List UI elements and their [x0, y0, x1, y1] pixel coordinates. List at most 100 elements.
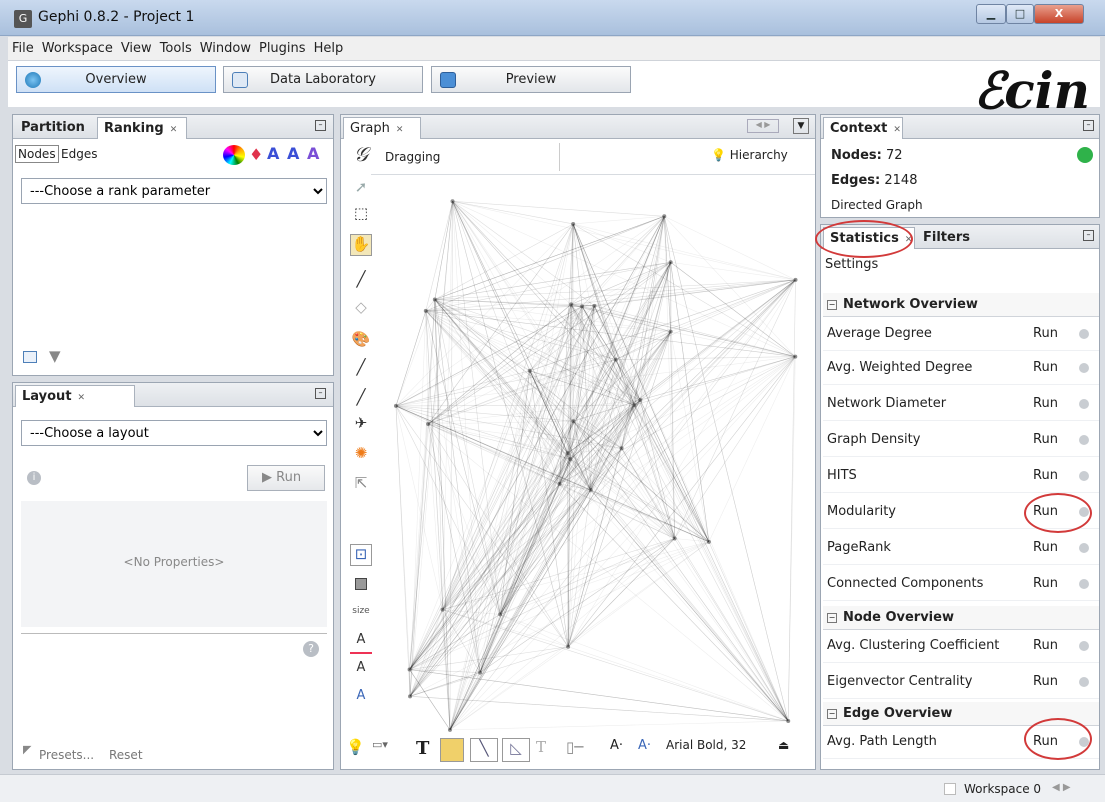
close-tab-icon[interactable]: ✕ [396, 125, 404, 135]
presets-link[interactable]: Presets... [39, 748, 94, 762]
overview-mode-button[interactable]: Overview [16, 66, 216, 93]
graph-node[interactable] [478, 670, 483, 675]
graph-node[interactable] [588, 487, 593, 492]
network-overview-section[interactable]: − Network Overview [823, 293, 1099, 317]
graph-node[interactable] [619, 446, 624, 451]
menu-window[interactable]: Window [196, 37, 255, 56]
font-selector[interactable]: Arial Bold, 32 [666, 738, 746, 762]
edit-cursor-icon[interactable]: ⇱ [350, 474, 372, 496]
run-button[interactable]: Run [1033, 396, 1058, 411]
filter-icon[interactable]: ▼ [49, 347, 61, 365]
close-button[interactable]: X [1034, 4, 1084, 24]
graph-node[interactable] [793, 277, 798, 282]
run-button[interactable]: Run [1033, 576, 1058, 591]
lightbulb-icon[interactable]: 💡 [346, 738, 365, 762]
tab-context[interactable]: Context ✕ [823, 117, 903, 139]
graph-node[interactable] [408, 694, 413, 699]
diamond-icon[interactable]: ◇ [350, 298, 372, 320]
font-size-down-icon[interactable]: A· [610, 738, 623, 762]
node-label-toggle-icon[interactable] [440, 738, 464, 762]
run-button[interactable]: Run [1033, 326, 1058, 341]
graph-node[interactable] [638, 397, 643, 402]
hierarchy-button[interactable]: 💡 Hierarchy [711, 148, 788, 162]
expand-icon[interactable]: ⏏ [778, 738, 789, 762]
slider-icon[interactable]: ▯─ [566, 738, 583, 762]
run-button[interactable]: Run [1033, 468, 1058, 483]
label-color-icon[interactable]: A [267, 144, 279, 163]
run-button[interactable]: Run [1033, 540, 1058, 555]
run-button[interactable]: Run [1033, 638, 1058, 653]
diamond-size-icon[interactable]: ♦ [249, 145, 263, 164]
rank-parameter-select[interactable]: ---Choose a rank parameter [21, 178, 327, 204]
graph-node[interactable] [632, 403, 637, 408]
close-tab-icon[interactable]: ✕ [78, 393, 86, 403]
run-button[interactable]: Run [1033, 432, 1058, 447]
graph-node[interactable] [571, 419, 576, 424]
graph-node[interactable] [672, 536, 677, 541]
tab-graph[interactable]: Graph ✕ [343, 117, 421, 139]
minimize-panel-icon[interactable]: – [315, 120, 326, 131]
graph-node[interactable] [426, 421, 431, 426]
graph-node[interactable] [440, 607, 445, 612]
tab-scroll-arrows[interactable]: ◀ ▶ [747, 119, 779, 133]
label-size-icon[interactable]: A [350, 688, 372, 710]
pencil-icon[interactable]: ╱ [350, 358, 372, 380]
graph-node[interactable] [706, 539, 711, 544]
graph-node[interactable] [668, 329, 673, 334]
graph-node[interactable] [566, 644, 571, 649]
help-icon[interactable]: ? [303, 641, 319, 657]
graph-node[interactable] [786, 718, 791, 723]
edge-color-icon[interactable]: ◺ [502, 738, 530, 762]
graph-node[interactable] [450, 199, 455, 204]
minimize-panel-icon[interactable]: – [1083, 120, 1094, 131]
graph-node[interactable] [407, 667, 412, 672]
minimize-button[interactable]: ▁ [976, 4, 1006, 24]
graph-node[interactable] [793, 354, 798, 359]
edge-pencil-icon[interactable]: ╱ [350, 388, 372, 410]
run-button[interactable]: Run [1033, 360, 1058, 375]
heat-map-icon[interactable]: ✺ [350, 444, 372, 466]
run-button[interactable]: Run [1033, 674, 1058, 689]
menu-plugins[interactable]: Plugins [255, 37, 310, 56]
reset-link[interactable]: Reset [109, 748, 143, 762]
graph-node[interactable] [668, 260, 673, 265]
graph-node[interactable] [447, 727, 452, 732]
menu-file[interactable]: File [8, 37, 38, 56]
tab-filters[interactable]: Filters [917, 227, 976, 249]
font-size-up-icon[interactable]: A· [638, 738, 651, 762]
close-tab-icon[interactable]: ✕ [893, 125, 901, 135]
screenshot-icon[interactable]: ▭▾ [372, 738, 388, 762]
layout-run-button[interactable]: ▶ Run [247, 465, 325, 491]
select-arrow-icon[interactable]: ➚ [350, 178, 372, 200]
rectangle-select-icon[interactable]: ⬚ [350, 204, 372, 226]
color-wheel-icon[interactable] [223, 145, 245, 165]
edges-subtab[interactable]: Edges [61, 147, 97, 161]
graph-node[interactable] [498, 612, 503, 617]
info-icon[interactable]: i [27, 471, 41, 485]
painter-icon[interactable]: ╱ [350, 270, 372, 292]
label-color-icon[interactable]: A [350, 632, 372, 654]
table-view-icon[interactable] [23, 351, 37, 363]
menu-tools[interactable]: Tools [156, 37, 196, 56]
graph-node[interactable] [432, 297, 437, 302]
preview-mode-button[interactable]: Preview [431, 66, 631, 93]
graph-node[interactable] [423, 308, 428, 313]
label-size-icon[interactable]: A [287, 144, 299, 163]
tab-list-dropdown[interactable]: ▼ [793, 118, 809, 134]
graph-canvas[interactable] [375, 173, 815, 738]
graph-node[interactable] [569, 302, 574, 307]
workspace-label[interactable]: Workspace 0 [964, 782, 1041, 796]
tab-partition[interactable]: Partition [15, 117, 91, 139]
graph-node[interactable] [571, 221, 576, 226]
menu-view[interactable]: View [117, 37, 156, 56]
text-icon[interactable]: T [416, 738, 429, 762]
menu-help[interactable]: Help [310, 37, 348, 56]
data-laboratory-mode-button[interactable]: Data Laboratory [223, 66, 423, 93]
graph-node[interactable] [580, 304, 585, 309]
edge-toggle-icon[interactable]: ╲ [470, 738, 498, 762]
graph-node[interactable] [662, 214, 667, 219]
graph-node[interactable] [565, 451, 570, 456]
settings-link[interactable]: Settings [825, 257, 878, 272]
maximize-button[interactable]: □ [1006, 4, 1034, 24]
size-label[interactable]: size [350, 606, 372, 628]
